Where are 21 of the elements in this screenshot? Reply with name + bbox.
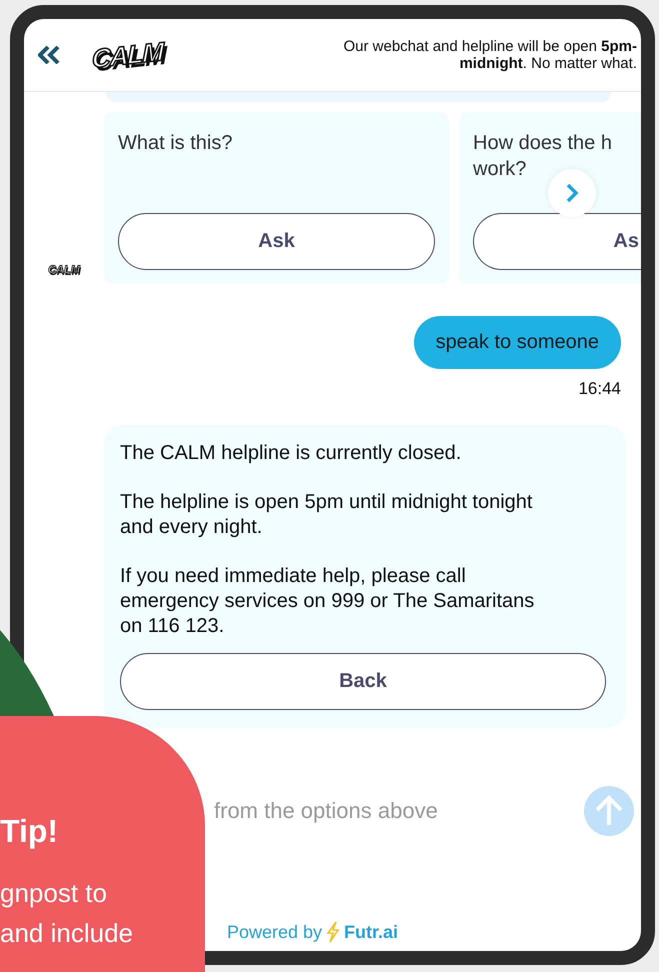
- message-text: The helpline is open 5pm until midnight tonight and every night.: [120, 490, 534, 540]
- ask-button[interactable]: Ask: [118, 213, 435, 270]
- message-text: If you need immediate help, please call emergency services on 999 or The Samaritans on 116 123.: [120, 564, 536, 639]
- lightning-icon: [326, 921, 340, 943]
- card-title: How does the h work?: [473, 131, 613, 182]
- arrow-up-icon: [594, 795, 624, 827]
- ask-button[interactable]: As: [473, 213, 641, 270]
- message-text: The CALM helpline is currently closed.: [120, 441, 462, 466]
- double-chevron-left-icon[interactable]: [38, 46, 60, 64]
- logo: CALM: [91, 34, 165, 76]
- opening-hours-notice: Our webchat and helpline will be open 5pm-midnight. No matter what.: [342, 38, 637, 72]
- powered-by-label: Powered by: [226, 922, 322, 942]
- chevron-right-icon: [565, 182, 579, 204]
- tip-text: gnpost to: [0, 877, 108, 910]
- tip-title: Tip!: [0, 812, 60, 851]
- message-input[interactable]: from the options above: [212, 797, 584, 825]
- back-button[interactable]: Back: [120, 653, 606, 710]
- tip-text: and include: [0, 917, 134, 950]
- timestamp: 16:44: [578, 379, 621, 399]
- user-message: speak to someone: [414, 316, 621, 369]
- card-title: What is this?: [118, 131, 234, 156]
